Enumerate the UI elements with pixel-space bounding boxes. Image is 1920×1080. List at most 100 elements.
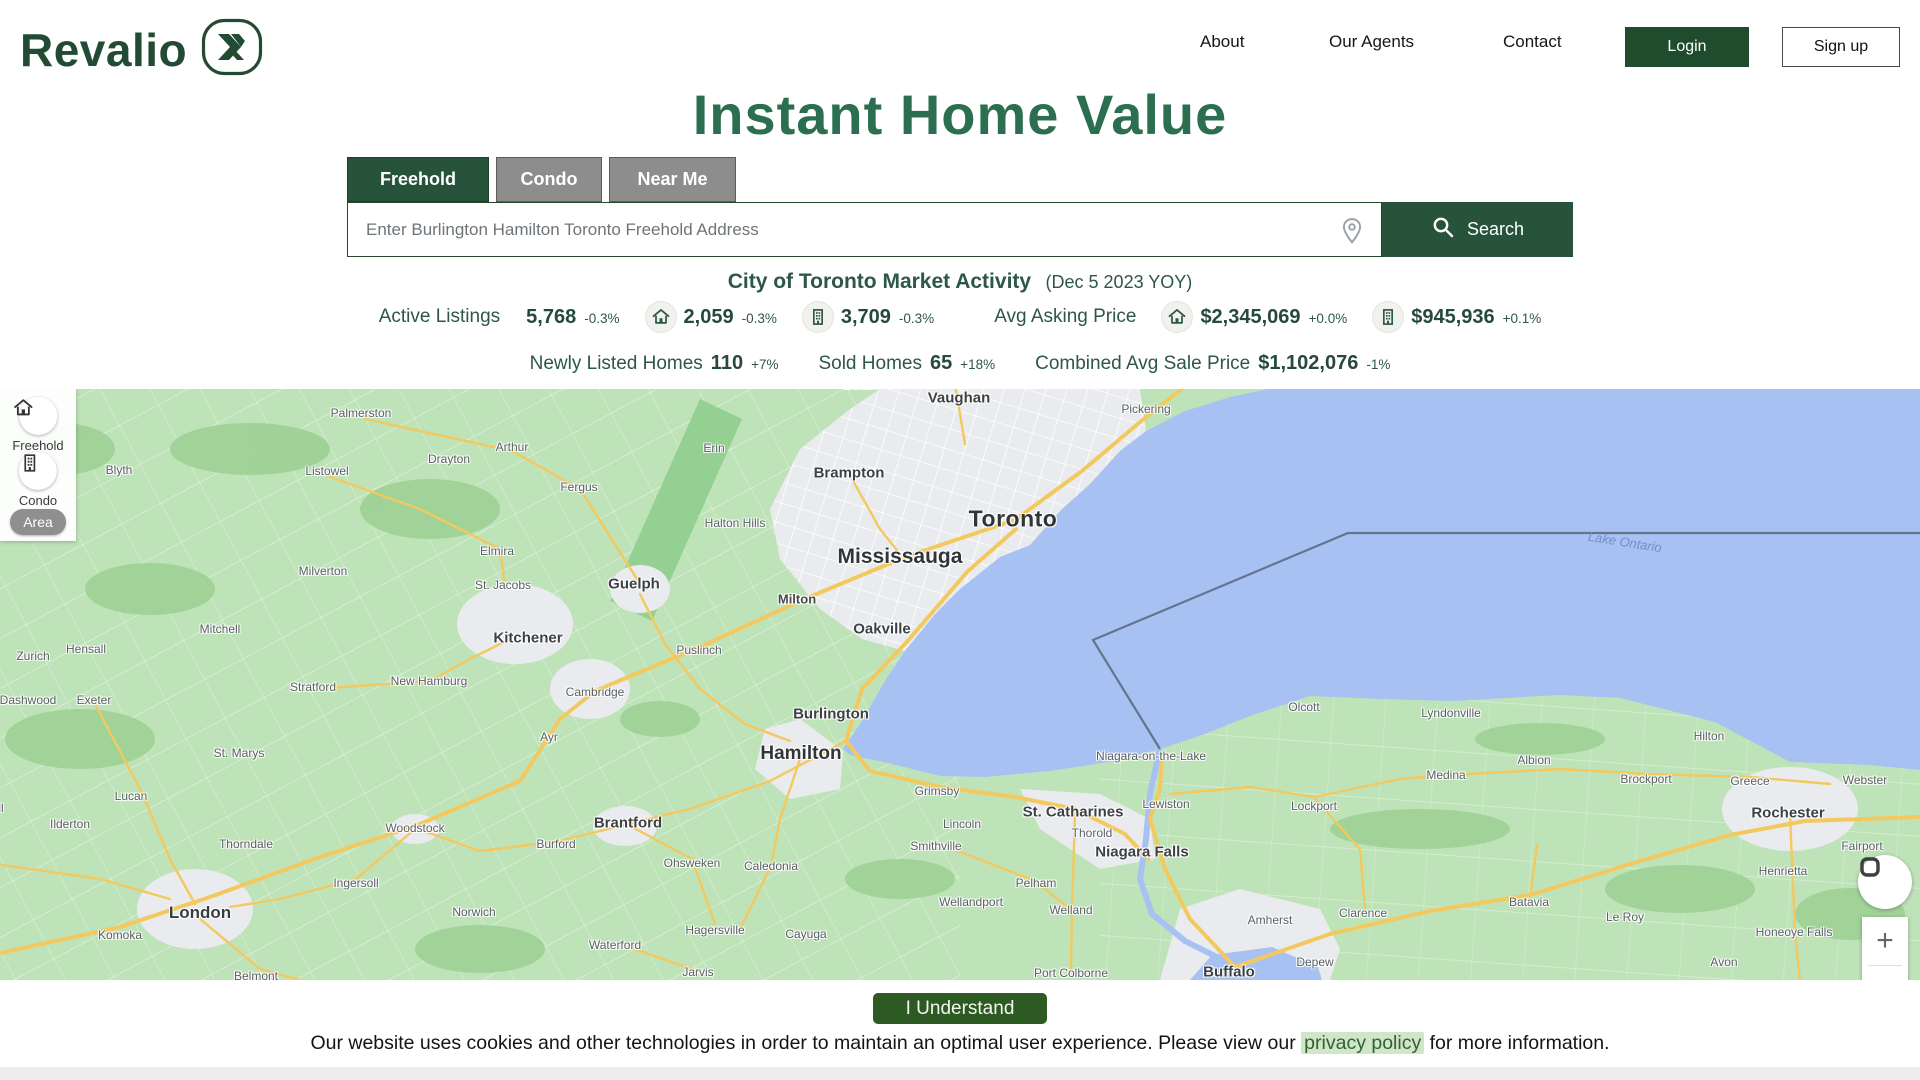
market-activity-title: City of Toronto Market Activity [728, 270, 1031, 293]
map-label: Kitchener [493, 630, 562, 647]
map-label: Clarence [1339, 906, 1387, 920]
address-search-bar: Search [347, 202, 1573, 257]
sold-homes-delta: +18% [960, 357, 995, 372]
map-label: Depew [1296, 955, 1333, 969]
map-label: Amherst [1248, 913, 1293, 927]
map-freehold-label: Freehold [12, 438, 63, 453]
map-label: Bolton [844, 389, 878, 392]
map-label: Le Roy [1606, 910, 1644, 924]
asking-condo-value: $945,936 [1411, 306, 1494, 329]
map-label: Buffalo [1203, 964, 1255, 981]
signup-button[interactable]: Sign up [1782, 27, 1900, 67]
cookie-message: Our website uses cookies and other techn… [0, 1032, 1920, 1055]
property-type-tabs: Freehold Condo Near Me [347, 157, 736, 202]
map-label: New Hamburg [391, 674, 468, 688]
map-label: Milton [778, 592, 816, 607]
map-label: Burlington [793, 706, 869, 723]
search-button[interactable]: Search [1382, 202, 1573, 257]
map-draw-area-button[interactable] [1858, 855, 1912, 909]
map-label: Rochester [1751, 805, 1824, 822]
map-label: Lucan [115, 789, 148, 803]
market-activity-period: (Dec 5 2023 YOY) [1046, 272, 1193, 292]
map-label: Hilton [1694, 729, 1725, 743]
map-label: Toronto [969, 506, 1058, 533]
map-label: Avon [1710, 955, 1737, 969]
map-label: Thorndale [219, 837, 273, 851]
map-label: Fergus [560, 480, 597, 494]
map-label: Cambridge [566, 685, 625, 699]
nav-about[interactable]: About [1200, 32, 1244, 52]
map-label: St. Catharines [1023, 804, 1124, 821]
cookie-accept-button[interactable]: I Understand [873, 993, 1047, 1024]
tab-condo[interactable]: Condo [496, 157, 602, 202]
map-label: Halton Hills [705, 516, 766, 530]
search-icon [1431, 215, 1455, 244]
map-label: Komoka [98, 928, 142, 942]
privacy-policy-link[interactable]: privacy policy [1301, 1032, 1424, 1054]
tab-near-me[interactable]: Near Me [609, 157, 736, 202]
nav-contact[interactable]: Contact [1503, 32, 1562, 52]
map-label: London [169, 903, 231, 923]
map-label: Milverton [299, 564, 348, 578]
map-label: Wellandport [939, 895, 1003, 909]
map-label: Brampton [814, 465, 885, 482]
cookie-text-before: Our website uses cookies and other techn… [310, 1032, 1301, 1054]
map-label: Fairport [1841, 839, 1882, 853]
nav-our-agents[interactable]: Our Agents [1329, 32, 1414, 52]
map-label: Stratford [290, 680, 336, 694]
map-label: Henrietta [1759, 864, 1808, 878]
newly-listed-delta: +7% [751, 357, 778, 372]
zoom-divider [1868, 965, 1902, 966]
map-label: Elmira [480, 544, 514, 558]
map-label: Medina [1426, 768, 1465, 782]
building-icon [19, 452, 57, 490]
map-label: St. Marys [214, 746, 265, 760]
combined-avg-sale-label: Combined Avg Sale Price [1035, 353, 1250, 375]
map-art [0, 389, 1920, 980]
map-label: Brantford [594, 815, 662, 832]
market-activity-header: City of Toronto Market Activity (Dec 5 2… [0, 270, 1920, 294]
map-label: Lincoln [943, 817, 981, 831]
map-label: Webster [1843, 773, 1887, 787]
zoom-in-button[interactable]: + [1862, 917, 1908, 965]
map-label: Niagara Falls [1095, 844, 1188, 861]
avg-asking-price-label: Avg Asking Price [994, 306, 1136, 328]
map-label: Smithville [910, 839, 961, 853]
house-icon [1162, 302, 1192, 332]
map-label: Waterford [589, 938, 641, 952]
newly-listed-label: Newly Listed Homes [530, 353, 703, 375]
map-area-button[interactable]: Area [10, 509, 66, 535]
newly-listed-value: 110 [711, 352, 743, 375]
asking-condo-delta: +0.1% [1503, 311, 1542, 326]
tab-freehold[interactable]: Freehold [347, 157, 489, 202]
map-label: Welland [1049, 903, 1092, 917]
map-label: Honeoye Falls [1756, 925, 1833, 939]
map-label: Exeter [77, 693, 112, 707]
building-icon [803, 302, 833, 332]
logo[interactable]: Revalio [20, 18, 263, 81]
map-label: Lewiston [1142, 797, 1189, 811]
map-label: Ilderton [50, 817, 90, 831]
map-label: Brockport [1620, 772, 1671, 786]
map-freehold-toggle[interactable]: Freehold [12, 397, 63, 453]
house-icon [19, 397, 57, 435]
map-condo-toggle[interactable]: Condo [19, 452, 57, 508]
map-label: Dashwood [0, 693, 56, 707]
combined-avg-sale-delta: -1% [1366, 357, 1390, 372]
map-label: Belmont [234, 969, 278, 980]
map-label: Blyth [106, 463, 133, 477]
map-label: Ingersoll [333, 876, 378, 890]
logo-text: Revalio [20, 23, 187, 77]
map-canvas[interactable]: TorontoMississaugaHamiltonLondonKitchene… [0, 389, 1920, 980]
logo-r-icon [201, 18, 263, 81]
map-label: Vaughan [928, 390, 991, 407]
map-label: Lockport [1291, 799, 1337, 813]
map-label: Caledonia [744, 859, 798, 873]
map-label: St. Jacobs [475, 578, 531, 592]
sold-homes-label: Sold Homes [818, 353, 922, 375]
cookie-bottom-strip [0, 1067, 1920, 1080]
address-search-input[interactable] [348, 203, 1381, 256]
login-button[interactable]: Login [1625, 27, 1749, 67]
map-zoom-control[interactable]: + [1862, 917, 1908, 980]
map-label: Ayr [540, 730, 558, 744]
